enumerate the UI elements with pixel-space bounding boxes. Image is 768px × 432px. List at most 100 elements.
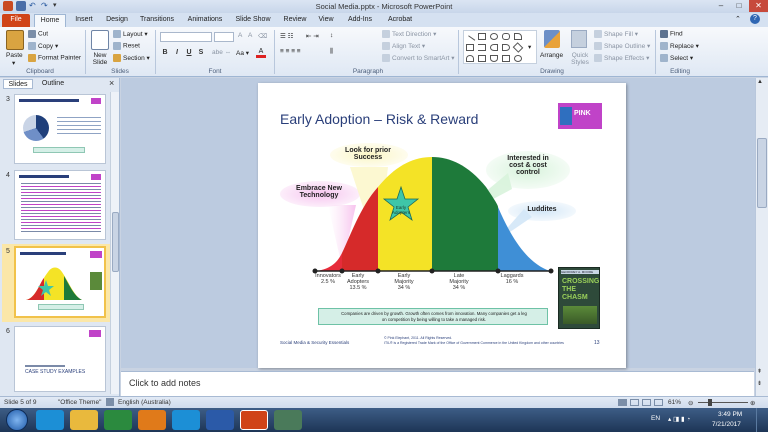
shape-fill-button[interactable]: Shape Fill ▾ bbox=[594, 30, 638, 39]
replace-button[interactable]: Replace ▾ bbox=[660, 42, 699, 51]
shape-elbow[interactable] bbox=[478, 44, 486, 51]
reset-button[interactable]: Reset bbox=[113, 42, 140, 50]
copy-button[interactable]: Copy ▾ bbox=[28, 42, 58, 51]
line-spacing-icon[interactable]: ↕ bbox=[330, 32, 333, 39]
shape-arrow[interactable] bbox=[466, 44, 474, 51]
minimize-button[interactable]: – bbox=[713, 0, 729, 12]
segment-late-majority[interactable] bbox=[432, 157, 498, 271]
scroll-up-icon[interactable]: ▲ bbox=[757, 79, 763, 85]
tab-add-ins[interactable]: Add-Ins bbox=[344, 14, 376, 27]
segment-innovators[interactable] bbox=[316, 253, 342, 271]
clock-time[interactable]: 3:49 PM bbox=[718, 411, 742, 418]
clear-format-icon[interactable]: ⌫ bbox=[258, 32, 267, 40]
shrink-font-icon[interactable]: A bbox=[248, 32, 252, 39]
tray-icons[interactable]: ▴ ◨ ▮ ◔ bbox=[668, 415, 690, 423]
italic-button[interactable]: I bbox=[172, 48, 182, 58]
section-button[interactable]: Section ▾ bbox=[113, 54, 150, 63]
status-theme[interactable]: "Office Theme" bbox=[58, 399, 101, 406]
shape-star-2[interactable] bbox=[514, 55, 522, 62]
note-box[interactable]: Companies are driven by growth. Growth o… bbox=[318, 308, 548, 325]
shadow-button[interactable]: S bbox=[196, 48, 206, 58]
maximize-button[interactable]: □ bbox=[731, 0, 747, 12]
shapes-more-icon[interactable]: ▾ bbox=[528, 43, 531, 51]
editor-scrollbar[interactable]: ▲ ⇞ ⇟ bbox=[755, 78, 768, 396]
tab-file[interactable]: File bbox=[2, 14, 30, 27]
zoom-slider-thumb[interactable] bbox=[708, 399, 712, 406]
shape-effects-button[interactable]: Shape Effects ▾ bbox=[594, 54, 649, 63]
shape-rounded[interactable] bbox=[502, 33, 510, 40]
word-icon[interactable] bbox=[206, 410, 234, 430]
zoom-out-icon[interactable]: ⊖ bbox=[688, 399, 693, 407]
skype-icon[interactable] bbox=[36, 410, 64, 430]
zoom-in-icon[interactable]: ⊕ bbox=[750, 399, 755, 407]
change-case-icon[interactable]: Aa ▾ bbox=[236, 49, 249, 57]
arrange-button[interactable]: Arrange bbox=[540, 30, 566, 66]
grow-font-icon[interactable]: A bbox=[238, 32, 242, 39]
scroll-thumb[interactable] bbox=[757, 138, 767, 208]
shape-chevron[interactable] bbox=[490, 44, 498, 51]
slide-title[interactable]: Early Adoption – Risk & Reward bbox=[280, 111, 478, 127]
tab-insert[interactable]: Insert bbox=[70, 14, 98, 27]
excel-icon[interactable] bbox=[104, 410, 132, 430]
adoption-bell-curve[interactable] bbox=[298, 143, 568, 275]
prev-slide-icon[interactable]: ⇞ bbox=[757, 368, 762, 375]
underline-button[interactable]: U bbox=[184, 48, 194, 58]
char-spacing-icon[interactable]: abe ⇔ bbox=[212, 49, 231, 56]
media-player-icon[interactable] bbox=[138, 410, 166, 430]
shape-curve[interactable] bbox=[466, 55, 474, 62]
select-button[interactable]: Select ▾ bbox=[660, 54, 693, 63]
bullets-icon[interactable]: ☰ ☷ bbox=[280, 32, 293, 40]
skype-2-icon[interactable] bbox=[172, 410, 200, 430]
layout-button[interactable]: Layout ▾ bbox=[113, 30, 148, 39]
shapes-gallery[interactable]: ▾ bbox=[463, 30, 537, 64]
shape-oval[interactable] bbox=[490, 33, 498, 40]
tab-outline[interactable]: Outline bbox=[36, 79, 70, 89]
shape-wave[interactable] bbox=[490, 55, 498, 62]
shape-brace[interactable] bbox=[502, 44, 510, 51]
columns-icon[interactable]: ⫼ bbox=[330, 48, 333, 56]
slide-canvas[interactable]: Early Adoption – Risk & Reward PINK Look… bbox=[258, 83, 626, 368]
indent-icons[interactable]: ⇤ ⇥ bbox=[306, 32, 319, 40]
help-icon[interactable]: ? bbox=[750, 14, 760, 24]
view-normal-icon[interactable] bbox=[618, 399, 627, 406]
zoom-level[interactable]: 61% bbox=[668, 399, 681, 406]
zoom-slider[interactable] bbox=[698, 399, 748, 406]
book-cover-image[interactable]: GEOFFREY A. MOORE CROSSING THE CHASM bbox=[558, 267, 600, 329]
font-family-select[interactable] bbox=[160, 32, 212, 42]
format-painter-button[interactable]: Format Painter bbox=[28, 54, 81, 62]
tab-design[interactable]: Design bbox=[102, 14, 132, 27]
slide-thumbnail-3[interactable] bbox=[14, 94, 106, 164]
language-indicator[interactable]: EN bbox=[651, 415, 660, 422]
quick-styles-button[interactable]: Quick Styles bbox=[567, 30, 591, 66]
view-reading-icon[interactable] bbox=[642, 399, 651, 406]
app-icon[interactable] bbox=[274, 410, 302, 430]
slide-thumbnail-6[interactable]: CASE STUDY EXAMPLES bbox=[14, 326, 106, 392]
powerpoint-taskbar-icon[interactable] bbox=[240, 410, 268, 430]
shape-outline-button[interactable]: Shape Outline ▾ bbox=[594, 42, 650, 51]
font-size-select[interactable] bbox=[214, 32, 234, 42]
close-button[interactable]: ✕ bbox=[749, 0, 768, 12]
align-text-button[interactable]: Align Text ▾ bbox=[382, 42, 425, 51]
spellcheck-icon[interactable] bbox=[106, 398, 114, 406]
bold-button[interactable]: B bbox=[160, 48, 170, 58]
notes-pane[interactable]: Click to add notes bbox=[121, 371, 754, 396]
scroll-thumb[interactable] bbox=[112, 212, 119, 272]
notes-placeholder[interactable]: Click to add notes bbox=[129, 378, 201, 388]
slide-thumbnail-5[interactable] bbox=[14, 246, 106, 318]
paste-button[interactable]: Paste ▾ bbox=[4, 30, 26, 67]
tab-animations[interactable]: Animations bbox=[184, 14, 226, 27]
start-button[interactable] bbox=[6, 409, 28, 431]
font-color-icon[interactable]: A bbox=[256, 48, 266, 58]
cut-button[interactable]: Cut bbox=[28, 30, 48, 38]
next-slide-icon[interactable]: ⇟ bbox=[757, 380, 762, 387]
panel-scrollbar[interactable] bbox=[110, 92, 119, 394]
tab-view[interactable]: View bbox=[314, 14, 338, 27]
status-language[interactable]: English (Australia) bbox=[118, 399, 171, 406]
smartart-button[interactable]: Convert to SmartArt ▾ bbox=[382, 54, 455, 63]
show-desktop-button[interactable] bbox=[756, 408, 768, 432]
tab-slides[interactable]: Slides bbox=[3, 79, 33, 89]
view-slideshow-icon[interactable] bbox=[654, 399, 663, 406]
tab-transitions[interactable]: Transitions bbox=[136, 14, 178, 27]
clock-date[interactable]: 7/21/2017 bbox=[712, 421, 741, 428]
shape-rect[interactable] bbox=[478, 33, 486, 40]
